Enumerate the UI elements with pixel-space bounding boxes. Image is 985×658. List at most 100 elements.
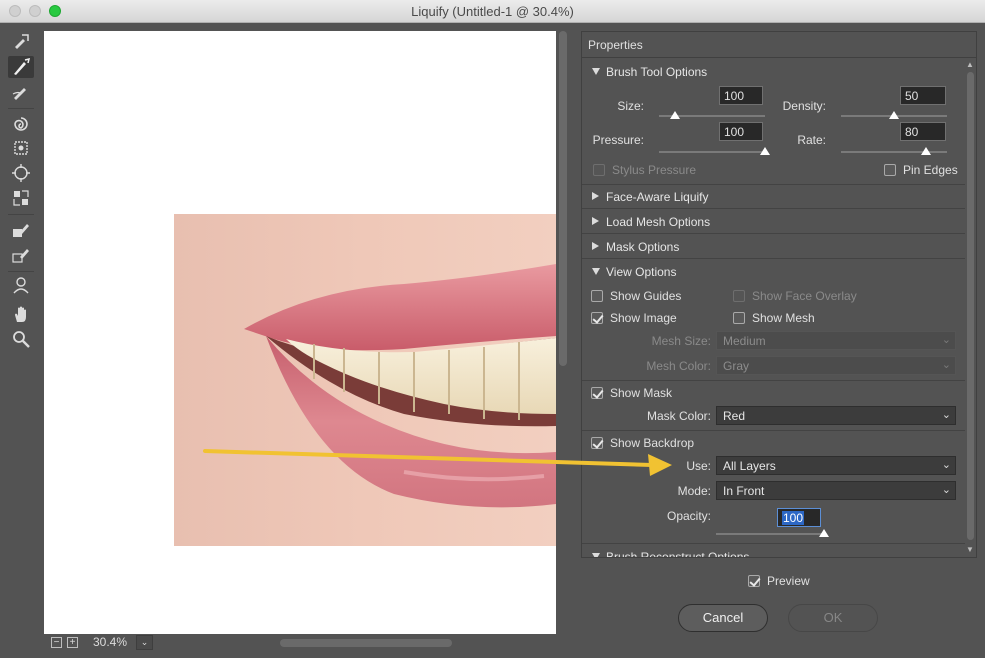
density-field[interactable]: 50 — [900, 86, 946, 105]
rate-slider[interactable] — [841, 151, 947, 153]
collapse-triangle-icon[interactable] — [592, 553, 600, 557]
zoom-dropdown[interactable]: ⌄ — [136, 635, 153, 650]
view-options-section: View Options Show Guides Show Face Overl… — [582, 259, 965, 544]
hand-tool-icon[interactable] — [8, 303, 34, 325]
stylus-pressure-label: Stylus Pressure — [612, 163, 697, 177]
ok-button[interactable]: OK — [788, 604, 878, 632]
pucker-tool-icon[interactable] — [8, 137, 34, 159]
chevron-down-icon: ⌄ — [941, 484, 951, 496]
panel-vertical-scrollbar[interactable]: ▲ ▼ — [965, 58, 976, 557]
mask-options-title[interactable]: Mask Options — [606, 240, 679, 254]
collapse-triangle-icon[interactable] — [592, 268, 600, 275]
size-label: Size: — [617, 99, 644, 113]
preview-canvas[interactable] — [44, 31, 556, 634]
panel-vertical-scroll-thumb[interactable] — [967, 72, 974, 540]
opacity-field[interactable]: 100 — [777, 508, 821, 527]
size-slider-handle[interactable] — [669, 111, 680, 119]
face-tool-icon[interactable] — [8, 274, 34, 296]
density-slider-handle[interactable] — [889, 111, 899, 119]
show-backdrop-checkbox[interactable] — [591, 437, 603, 449]
show-face-overlay-label: Show Face Overlay — [752, 289, 857, 303]
preview-label: Preview — [767, 574, 810, 588]
view-options-title[interactable]: View Options — [606, 265, 676, 279]
zoom-in-button[interactable]: + — [67, 637, 78, 648]
expand-triangle-icon[interactable] — [592, 192, 599, 200]
mode-select[interactable]: In Front ⌄ — [716, 481, 956, 500]
thaw-mask-tool-icon[interactable] — [8, 244, 34, 266]
load-mesh-options-title[interactable]: Load Mesh Options — [606, 215, 710, 229]
expand-triangle-icon[interactable] — [592, 217, 599, 225]
scroll-down-arrow-icon[interactable]: ▼ — [966, 545, 974, 554]
tool-divider — [8, 271, 34, 272]
mask-color-label: Mask Color: — [646, 409, 711, 423]
pin-edges-checkbox[interactable] — [884, 164, 896, 176]
opacity-value: 100 — [782, 511, 805, 525]
show-image-checkbox[interactable] — [591, 312, 603, 324]
rate-field[interactable]: 80 — [900, 122, 946, 141]
mesh-size-select[interactable]: Medium ⌄ — [716, 331, 956, 350]
forward-warp-tool-icon[interactable] — [8, 30, 34, 52]
mode-label: Mode: — [677, 484, 711, 498]
cancel-button[interactable]: Cancel — [678, 604, 768, 632]
show-mesh-checkbox[interactable] — [733, 312, 745, 324]
show-image-label: Show Image — [610, 311, 677, 325]
chevron-down-icon: ⌄ — [941, 459, 951, 471]
pressure-slider[interactable] — [659, 151, 765, 153]
push-left-tool-icon[interactable] — [8, 187, 34, 209]
mesh-color-value: Gray — [723, 359, 750, 373]
mask-color-value: Red — [723, 409, 746, 423]
brush-reconstruct-options-title[interactable]: Brush Reconstruct Options — [606, 550, 749, 557]
use-select[interactable]: All Layers ⌄ — [716, 456, 956, 475]
section-divider — [582, 430, 965, 431]
chevron-down-icon: ⌄ — [941, 334, 951, 346]
stylus-pressure-checkbox[interactable] — [593, 164, 605, 176]
mesh-size-value: Medium — [723, 334, 766, 348]
rate-slider-handle[interactable] — [920, 147, 931, 155]
brush-reconstruct-options-section[interactable]: Brush Reconstruct Options — [582, 544, 965, 557]
tool-divider — [8, 214, 34, 215]
preview-checkbox[interactable] — [748, 575, 760, 587]
face-aware-liquify-section[interactable]: Face-Aware Liquify — [582, 184, 965, 209]
tool-palette — [0, 23, 42, 658]
canvas-horizontal-scroll-thumb[interactable] — [280, 639, 452, 647]
smooth-tool-icon[interactable] — [8, 81, 34, 103]
show-mask-checkbox[interactable] — [591, 387, 603, 399]
canvas-vertical-scrollbar[interactable] — [556, 31, 570, 634]
pin-edges-label: Pin Edges — [903, 163, 958, 177]
opacity-label: Opacity: — [666, 509, 711, 523]
twirl-clockwise-tool-icon[interactable] — [8, 113, 34, 135]
show-backdrop-label: Show Backdrop — [610, 436, 695, 450]
opacity-slider-handle[interactable] — [819, 529, 829, 537]
collapse-triangle-icon[interactable] — [592, 68, 600, 75]
show-mesh-label: Show Mesh — [752, 311, 815, 325]
show-guides-checkbox[interactable] — [591, 290, 603, 302]
freeze-mask-tool-icon[interactable] — [8, 219, 34, 241]
show-guides-label: Show Guides — [610, 289, 682, 303]
canvas-vertical-scroll-thumb[interactable] — [559, 31, 567, 366]
density-label: Density: — [782, 99, 826, 113]
pressure-slider-handle[interactable] — [760, 147, 770, 155]
pressure-field[interactable]: 100 — [719, 122, 763, 141]
zoom-out-button[interactable]: − — [51, 637, 62, 648]
face-aware-liquify-title[interactable]: Face-Aware Liquify — [606, 190, 709, 204]
brush-tool-options-title[interactable]: Brush Tool Options — [606, 65, 707, 79]
chevron-down-icon: ⌄ — [941, 409, 951, 421]
mask-color-select[interactable]: Red ⌄ — [716, 406, 956, 425]
lips-photo — [174, 214, 556, 546]
show-mask-label: Show Mask — [610, 386, 673, 400]
size-field[interactable]: 100 — [719, 86, 763, 105]
section-divider — [582, 380, 965, 381]
chevron-down-icon: ⌄ — [941, 359, 951, 371]
bloat-tool-icon[interactable] — [8, 162, 34, 184]
mesh-color-select[interactable]: Gray ⌄ — [716, 356, 956, 375]
zoom-tool-icon[interactable] — [8, 328, 34, 350]
scroll-up-arrow-icon[interactable]: ▲ — [966, 60, 974, 69]
load-mesh-options-section[interactable]: Load Mesh Options — [582, 209, 965, 234]
reconstruct-tool-icon[interactable] — [8, 56, 34, 78]
opacity-slider[interactable] — [716, 533, 824, 535]
show-face-overlay-checkbox[interactable] — [733, 290, 745, 302]
properties-header: Properties — [582, 32, 976, 58]
zoom-level: 30.4% — [93, 635, 128, 649]
expand-triangle-icon[interactable] — [592, 242, 599, 250]
mask-options-section[interactable]: Mask Options — [582, 234, 965, 259]
